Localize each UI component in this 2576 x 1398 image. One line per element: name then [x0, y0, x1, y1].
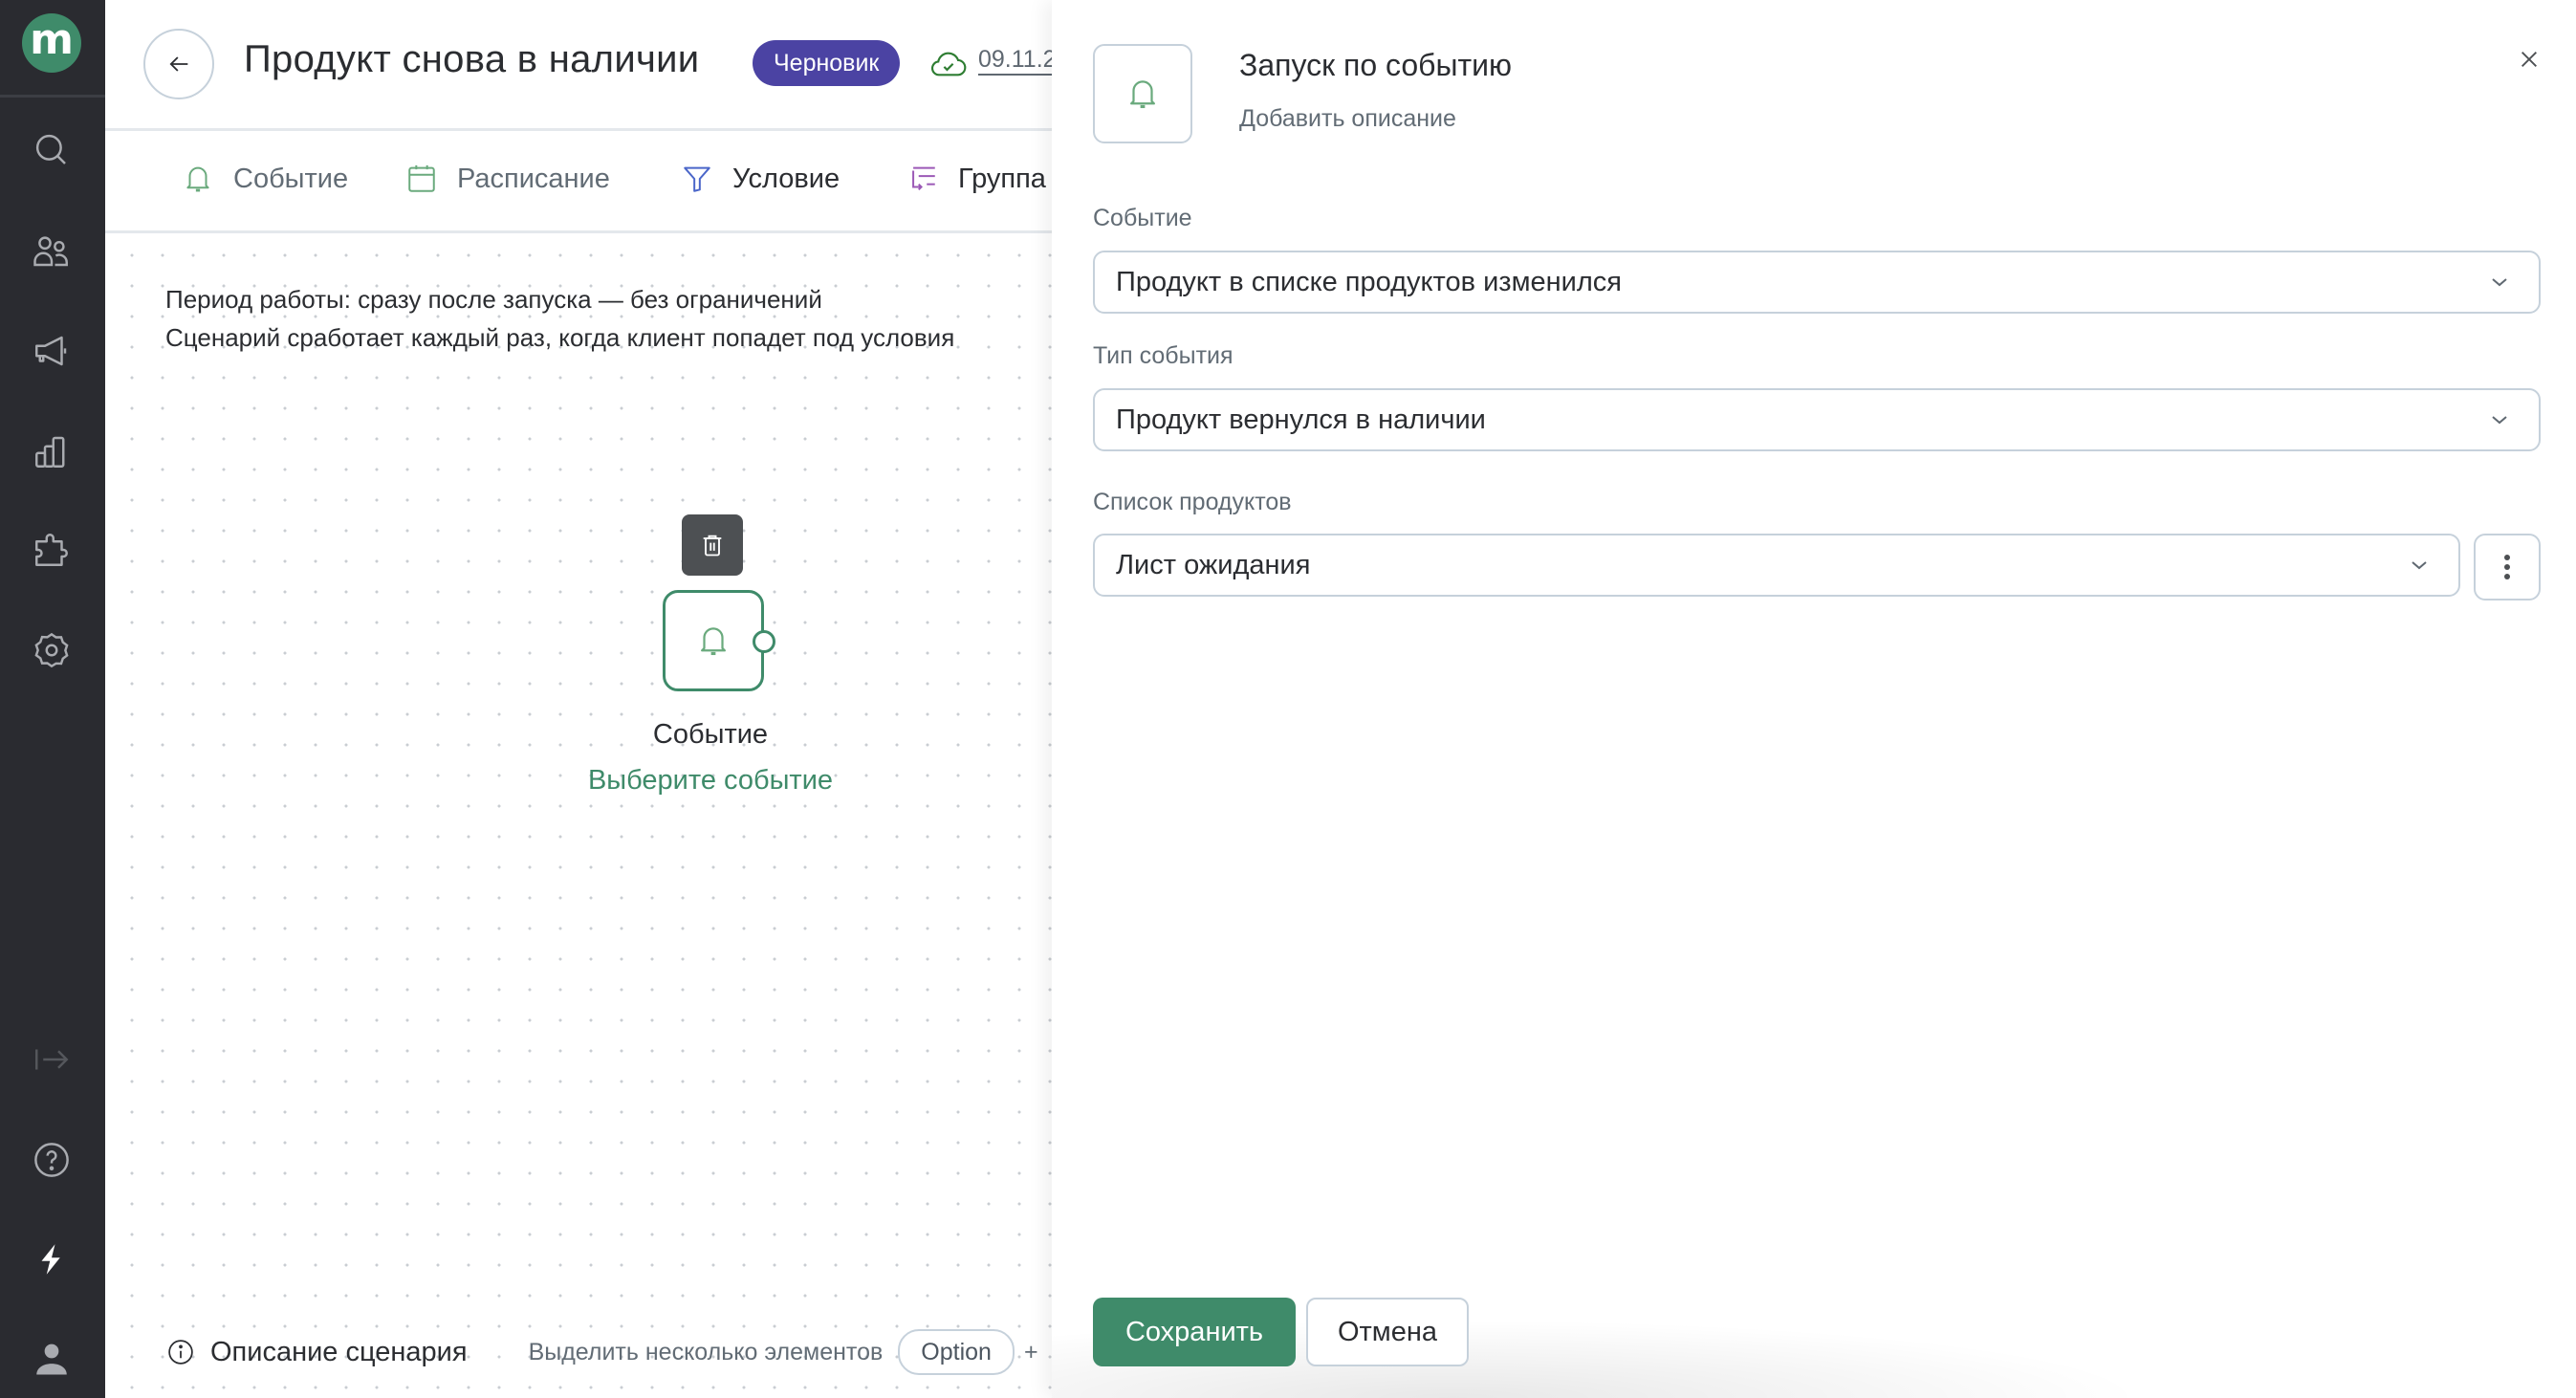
product-list-more-button[interactable]	[2474, 534, 2541, 601]
lightning-icon	[41, 1244, 60, 1275]
key-plus: +	[1023, 1338, 1038, 1365]
sidebar-item-search[interactable]	[30, 128, 74, 172]
tab-label: Группа	[958, 163, 1046, 194]
event-type-select-value: Продукт вернулся в наличии	[1116, 404, 1486, 435]
canvas-bottom-bar: Описание сценария Выделить несколько эле…	[105, 1329, 1038, 1375]
sidebar-item-expand[interactable]	[30, 1038, 74, 1081]
sidebar: m	[0, 0, 105, 1398]
user-icon	[36, 1343, 67, 1375]
product-list-select[interactable]: Лист ожидания	[1093, 534, 2460, 597]
sidebar-item-analytics[interactable]	[30, 429, 74, 473]
tab-label: Условие	[732, 163, 840, 194]
collapse-arrow-icon	[35, 1049, 69, 1070]
tab-event[interactable]: Событие	[182, 156, 348, 202]
chevron-down-icon	[2492, 278, 2507, 287]
multi-select-hint: Выделить несколько элементов	[528, 1338, 884, 1365]
event-field-label: Событие	[1093, 205, 1192, 231]
tab-label: Событие	[233, 163, 349, 194]
calendar-icon	[408, 164, 435, 192]
panel-icon-box	[1093, 44, 1192, 143]
bell-icon	[1130, 80, 1155, 109]
scenario-description-button[interactable]: Описание сценария	[166, 1337, 468, 1368]
scenario-description-label: Описание сценария	[210, 1336, 468, 1367]
bell-icon	[701, 627, 726, 656]
sidebar-item-profile[interactable]	[30, 1336, 74, 1380]
canvas-grid[interactable]	[105, 232, 1052, 1398]
sidebar-item-settings[interactable]	[30, 628, 74, 672]
choose-event-link[interactable]: Выберите событие	[519, 765, 902, 797]
panel-title: Запуск по событию	[1239, 48, 1513, 82]
puzzle-icon	[35, 534, 68, 566]
tab-label: Расписание	[457, 163, 610, 194]
close-icon	[2521, 52, 2537, 67]
node-output-handle[interactable]	[753, 630, 775, 653]
sidebar-item-campaigns[interactable]	[30, 329, 74, 373]
event-select-value: Продукт в списке продуктов изменился	[1116, 266, 1623, 297]
event-type-select[interactable]: Продукт вернулся в наличии	[1093, 388, 2541, 451]
sidebar-item-whats-new[interactable]	[30, 1237, 74, 1281]
chevron-down-icon	[2412, 561, 2427, 570]
tabs-divider	[105, 230, 1052, 233]
megaphone-icon	[35, 336, 67, 366]
event-type-label: Тип события	[1093, 342, 1233, 369]
search-icon	[35, 134, 66, 164]
app-logo[interactable]: m	[22, 13, 81, 73]
tab-group[interactable]: Группа	[906, 156, 1046, 202]
saved-date-link[interactable]: 09.11.2	[978, 45, 1052, 76]
gear-icon	[34, 632, 69, 668]
option-key-badge: Option	[898, 1329, 1015, 1375]
bar-chart-icon	[35, 436, 65, 468]
group-icon	[912, 166, 935, 191]
sidebar-item-customers[interactable]	[30, 229, 74, 273]
work-period-text: Период работы: сразу после запуска — без…	[165, 285, 822, 314]
bell-icon	[186, 166, 209, 192]
users-icon	[33, 236, 68, 267]
filter-icon	[684, 166, 710, 192]
info-icon	[168, 1340, 193, 1365]
header-divider	[105, 128, 1052, 131]
help-icon	[34, 1143, 69, 1177]
trigger-rule-text: Сценарий сработает каждый раз, когда кли…	[165, 323, 955, 352]
more-vertical-icon	[2504, 555, 2510, 579]
back-button[interactable]	[143, 29, 214, 99]
sidebar-item-help[interactable]	[30, 1138, 74, 1182]
event-select[interactable]: Продукт в списке продуктов изменился	[1093, 251, 2541, 314]
chevron-down-icon	[2492, 416, 2507, 425]
delete-node-button[interactable]	[682, 514, 743, 576]
event-node[interactable]	[663, 590, 764, 691]
sidebar-item-integrations[interactable]	[30, 528, 74, 572]
scenario-workspace: Продукт снова в наличии Черновик 09.11.2…	[105, 0, 1052, 1398]
event-settings-panel: Запуск по событию Добавить описание Собы…	[1052, 0, 2576, 1398]
status-badge: Черновик	[753, 40, 901, 86]
trash-icon	[703, 535, 722, 557]
sidebar-divider	[0, 95, 105, 98]
tab-condition[interactable]: Условие	[681, 156, 840, 202]
add-description-link[interactable]: Добавить описание	[1239, 105, 1456, 133]
page-title: Продукт снова в наличии	[244, 38, 700, 80]
product-list-label: Список продуктов	[1093, 489, 1292, 515]
cloud-saved-icon	[931, 52, 967, 76]
product-list-select-value: Лист ожидания	[1116, 549, 1311, 580]
cancel-button[interactable]: Отмена	[1306, 1298, 1469, 1366]
save-button[interactable]: Сохранить	[1093, 1298, 1296, 1366]
close-panel-button[interactable]	[2512, 42, 2546, 76]
arrow-left-icon	[169, 56, 188, 72]
node-title: Событие	[652, 719, 769, 750]
tab-schedule[interactable]: Расписание	[405, 156, 610, 202]
